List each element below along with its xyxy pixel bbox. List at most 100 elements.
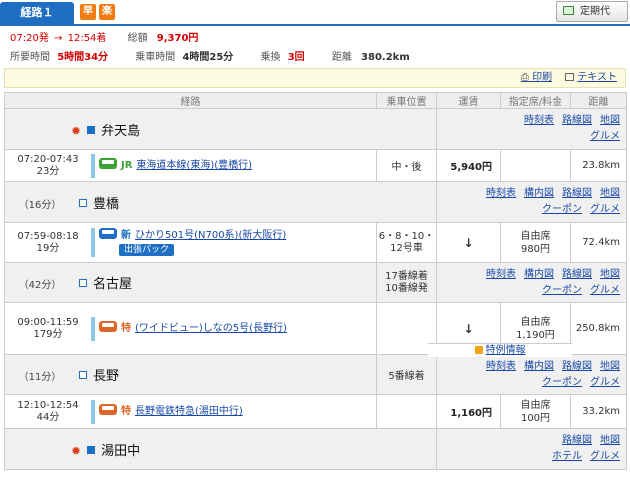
transfer-label: 乗換 <box>260 52 281 63</box>
col-header-fare: 運賃 <box>436 92 501 109</box>
station-links: 路線図 地図 ホテル グルメ <box>436 428 627 470</box>
station-row: ✹ 弁天島 時刻表 路線図 地図 グルメ <box>4 108 627 150</box>
route-map-link[interactable]: 路線図 <box>562 115 592 126</box>
arrival-platform: 17番線着 <box>385 270 428 282</box>
station-links: 時刻表 構内図 路線図 地図 クーポン グルメ <box>436 262 627 303</box>
col-header-seat: 指定席/料金 <box>500 92 571 109</box>
station-map-link[interactable]: 構内図 <box>524 188 554 199</box>
route-map-link[interactable]: 路線図 <box>562 361 592 372</box>
coupon-link[interactable]: クーポン <box>542 377 582 388</box>
col-header-position: 乗車位置 <box>376 92 437 109</box>
required-time-label: 所要時間 <box>10 52 50 63</box>
gourmet-link[interactable]: グルメ <box>590 204 620 215</box>
duration: 23分 <box>36 165 60 177</box>
station-cell: ✹ 湯田中 <box>4 428 437 470</box>
segment-distance: 72.4km <box>570 222 627 263</box>
special-info-link[interactable]: 特例情報 <box>486 345 526 356</box>
time-range: 07:20-07:43 <box>17 153 79 165</box>
seat-type: 自由席 <box>520 316 551 328</box>
station-row: （16分） 豊橋 時刻表 構内図 路線図 地図 クーポン グルメ <box>4 181 627 223</box>
route-map-link[interactable]: 路線図 <box>562 188 592 199</box>
arrival-platform: 5番線着 <box>388 371 425 382</box>
map-link[interactable]: 地図 <box>600 115 620 126</box>
segment-cell: 12:10-12:54 44分 特長野電鉄特急(湯田中行) <box>4 394 377 429</box>
time-range: 12:10-12:54 <box>17 399 79 411</box>
map-link[interactable]: 地図 <box>600 269 620 280</box>
platform-info: 5番線着 <box>376 354 437 395</box>
sun-icon: ✹ <box>71 443 82 458</box>
train-type-tag: 特 <box>121 323 131 334</box>
station-links: 時刻表 路線図 地図 グルメ <box>436 108 627 150</box>
departure-platform: 10番線発 <box>385 282 428 294</box>
route-line-bar <box>91 153 95 178</box>
required-time: 5時間34分 <box>57 52 109 63</box>
station-cell: （16分） 豊橋 <box>4 181 437 223</box>
segment-cell: 09:00-11:59 179分 特 (ワイドビュー)しなの5号(長野行) <box>4 302 377 355</box>
platform-info: 17番線着 10番線発 <box>376 262 437 303</box>
timetable-link[interactable]: 時刻表 <box>524 115 554 126</box>
tab-route-1[interactable]: 経路１ <box>0 2 74 24</box>
route-line-bar <box>91 399 95 424</box>
coupon-link[interactable]: クーポン <box>542 285 582 296</box>
ride-time-label: 乗車時間 <box>135 52 176 63</box>
seat-info: 自由席 100円 <box>500 394 571 429</box>
segment-distance: 23.8km <box>570 149 627 182</box>
segment-fare: 5,940円 <box>436 149 501 182</box>
duration: 19分 <box>36 242 60 254</box>
time-range: 09:00-11:59 <box>17 316 79 328</box>
gourmet-link[interactable]: グルメ <box>590 451 620 462</box>
station-marker-icon <box>79 198 87 207</box>
map-link[interactable]: 地図 <box>600 435 620 446</box>
line-name-link[interactable]: (ワイドビュー)しなの5号(長野行) <box>135 323 287 334</box>
commuter-pass-label: 定期代 <box>580 6 610 17</box>
col-header-route: 経路 <box>4 92 377 109</box>
train-type-tag: JR <box>121 160 133 171</box>
fare-down-arrow: ↓ <box>436 222 501 263</box>
segment-time: 12:10-12:54 44分 <box>5 400 91 424</box>
time-range: 07:59-08:18 <box>17 230 79 242</box>
gourmet-link[interactable]: グルメ <box>590 285 620 296</box>
duration: 179分 <box>33 328 63 340</box>
line-info: 特 (ワイドビュー)しなの5号(長野行) <box>91 316 376 341</box>
station-map-link[interactable]: 構内図 <box>524 361 554 372</box>
line-name-link[interactable]: 長野電鉄特急(湯田中行) <box>135 406 243 417</box>
top-tab-bar: 経路１ 早 楽 定期代 <box>0 0 630 26</box>
line-name-link[interactable]: 東海道本線(東海)(豊橋行) <box>136 160 252 171</box>
segment-distance: 33.2km <box>570 394 627 429</box>
timetable-link[interactable]: 時刻表 <box>486 361 516 372</box>
limited-express-icon <box>99 404 117 415</box>
gourmet-link[interactable]: グルメ <box>590 377 620 388</box>
train-type-tag: 特 <box>121 406 131 417</box>
map-link[interactable]: 地図 <box>600 188 620 199</box>
route-summary: 07:20発 → 12:54着 総額 9,370円 所要時間 5時間34分 乗車… <box>0 27 630 67</box>
text-link[interactable]: テキスト <box>577 72 617 83</box>
hotel-link[interactable]: ホテル <box>552 451 582 462</box>
line-name-link[interactable]: ひかり501号(N700系)(新大阪行) <box>135 230 286 241</box>
coupon-link[interactable]: クーポン <box>542 204 582 215</box>
printer-icon: ⎙ <box>520 72 529 83</box>
route-map-link[interactable]: 路線図 <box>562 435 592 446</box>
segment-distance: 250.8km <box>570 302 627 355</box>
train-icon <box>99 158 117 169</box>
commuter-pass-button[interactable]: 定期代 <box>556 1 628 22</box>
special-info-box: 特例情報 <box>428 343 572 357</box>
station-map-link[interactable]: 構内図 <box>524 269 554 280</box>
station-marker-icon <box>87 445 96 454</box>
station-row: ✹ 湯田中 路線図 地図 ホテル グルメ <box>4 428 627 470</box>
ride-time: 4時間25分 <box>182 52 234 63</box>
col-header-distance: 距離 <box>570 92 627 109</box>
gourmet-link[interactable]: グルメ <box>590 131 620 142</box>
print-link[interactable]: ⎙ 印刷 <box>521 72 552 83</box>
limited-express-icon <box>99 321 117 332</box>
business-pack-badge[interactable]: 出張パック <box>119 244 175 256</box>
timetable-link[interactable]: 時刻表 <box>486 188 516 199</box>
station-marker-icon <box>87 125 96 134</box>
timetable-link[interactable]: 時刻表 <box>486 269 516 280</box>
map-link[interactable]: 地図 <box>600 361 620 372</box>
arrive-time: 12:54着 <box>67 33 107 44</box>
segment-time: 07:20-07:43 23分 <box>5 154 91 178</box>
arrow-icon: → <box>54 33 63 44</box>
seat-type: 自由席 <box>520 230 551 242</box>
route-map-link[interactable]: 路線図 <box>562 269 592 280</box>
text-icon <box>565 73 575 81</box>
